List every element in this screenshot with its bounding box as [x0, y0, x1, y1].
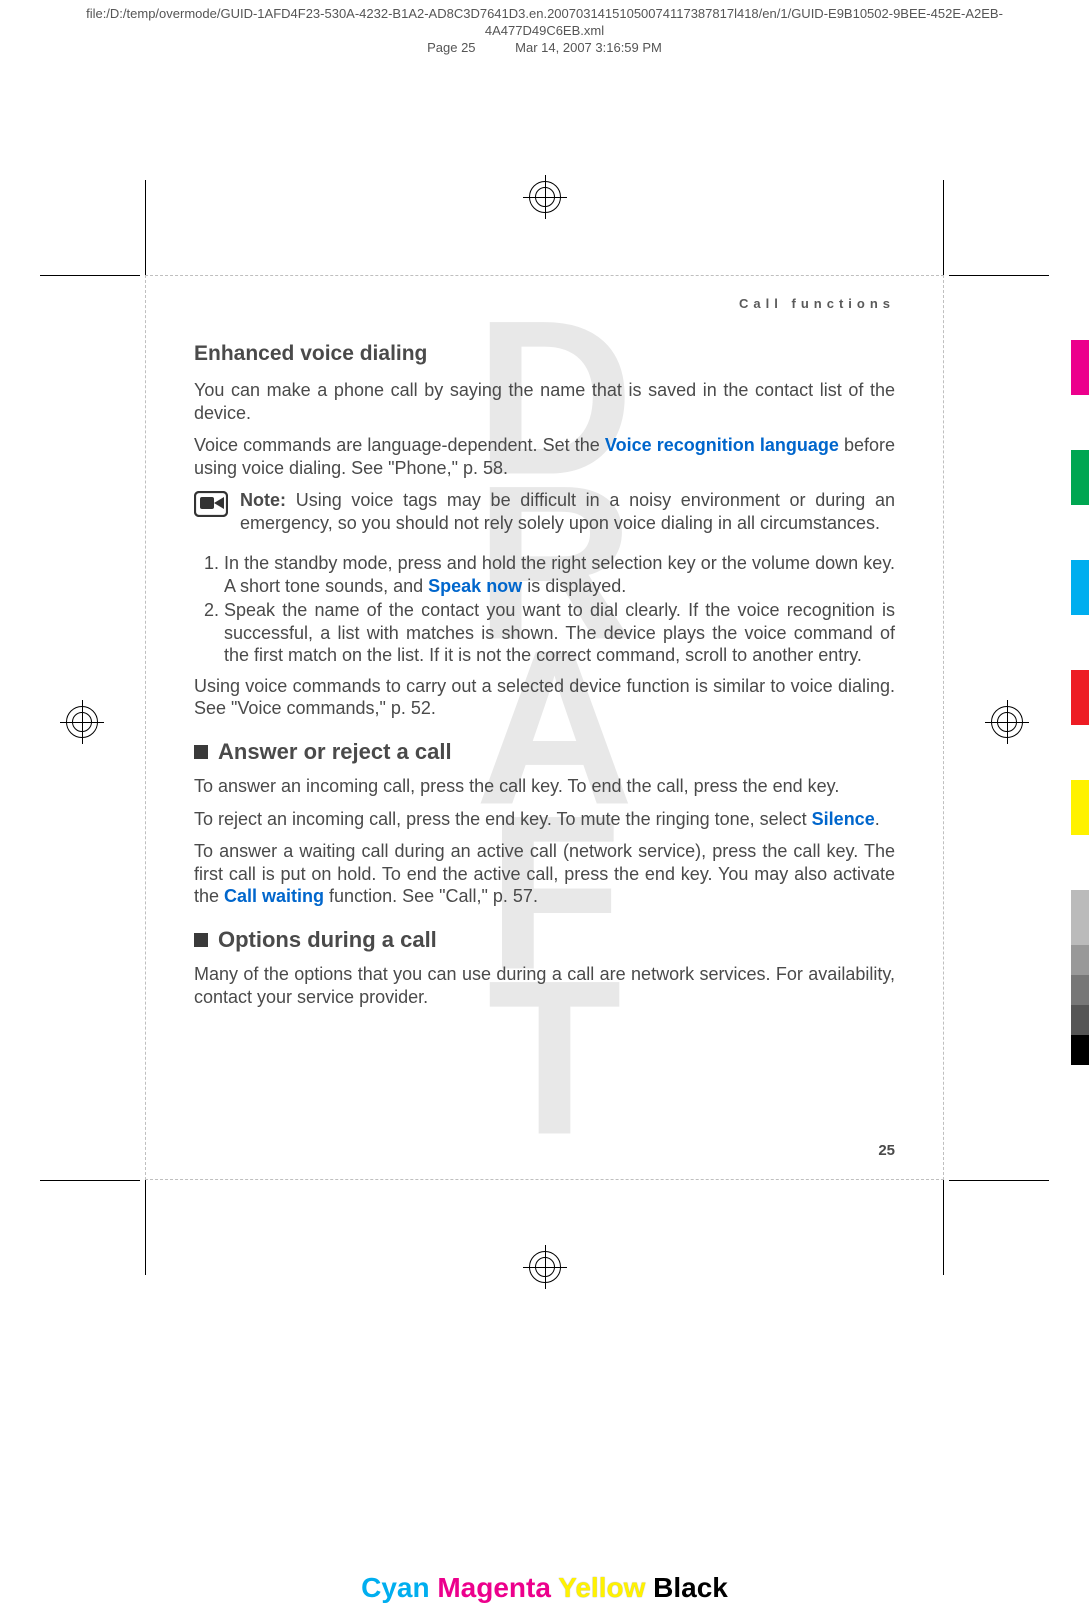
- page-label: Page 25: [427, 40, 475, 55]
- list-item: In the standby mode, press and hold the …: [224, 552, 895, 597]
- yellow-label: Yellow: [558, 1572, 645, 1603]
- heading-answer-reject: Answer or reject a call: [194, 738, 895, 766]
- heading-options-during-call: Options during a call: [194, 926, 895, 954]
- body-text: To reject an incoming call, press the en…: [194, 808, 895, 831]
- crop-mark: [943, 180, 944, 275]
- render-timestamp: Mar 14, 2007 3:16:59 PM: [515, 40, 662, 55]
- heading-enhanced-voice-dialing: Enhanced voice dialing: [194, 341, 895, 367]
- note-icon: [194, 491, 228, 517]
- registration-mark-icon: [60, 700, 104, 744]
- note-block: Note: Using voice tags may be difficult …: [194, 489, 895, 544]
- numbered-steps: In the standby mode, press and hold the …: [194, 552, 895, 667]
- registration-mark-icon: [523, 175, 567, 219]
- magenta-label: Magenta: [437, 1572, 551, 1603]
- crop-mark: [949, 275, 1049, 276]
- note-text: Note: Using voice tags may be difficult …: [240, 489, 895, 534]
- square-bullet-icon: [194, 933, 208, 947]
- body-text: To answer a waiting call during an activ…: [194, 840, 895, 908]
- page-box: DRAFT Call functions Enhanced voice dial…: [145, 275, 944, 1180]
- file-path: file:/D:/temp/overmode/GUID-1AFD4F23-530…: [40, 6, 1049, 40]
- body-text: Using voice commands to carry out a sele…: [194, 675, 895, 720]
- registration-mark-icon: [985, 700, 1029, 744]
- square-bullet-icon: [194, 745, 208, 759]
- ui-term: Voice recognition language: [605, 435, 839, 455]
- color-bar: [1071, 340, 1089, 1065]
- running-header: Call functions: [194, 296, 895, 311]
- ui-term: Call waiting: [224, 886, 324, 906]
- list-item: Speak the name of the contact you want t…: [224, 599, 895, 667]
- cmyk-footer: Cyan Magenta Yellow Black: [0, 1572, 1089, 1604]
- crop-mark: [40, 275, 140, 276]
- crop-mark: [943, 1180, 944, 1275]
- body-text: Many of the options that you can use dur…: [194, 963, 895, 1008]
- body-text: To answer an incoming call, press the ca…: [194, 775, 895, 798]
- body-text: You can make a phone call by saying the …: [194, 379, 895, 424]
- ui-term: Silence: [812, 809, 875, 829]
- crop-mark: [949, 1180, 1049, 1181]
- crop-mark: [145, 1180, 146, 1275]
- file-header: file:/D:/temp/overmode/GUID-1AFD4F23-530…: [0, 0, 1089, 57]
- crop-mark: [40, 1180, 140, 1181]
- page-number: 25: [878, 1142, 895, 1159]
- body-text: Voice commands are language-dependent. S…: [194, 434, 895, 479]
- crop-mark: [145, 180, 146, 275]
- cyan-label: Cyan: [361, 1572, 429, 1603]
- registration-mark-icon: [523, 1245, 567, 1289]
- ui-term: Speak now: [428, 576, 522, 596]
- black-label: Black: [653, 1572, 728, 1603]
